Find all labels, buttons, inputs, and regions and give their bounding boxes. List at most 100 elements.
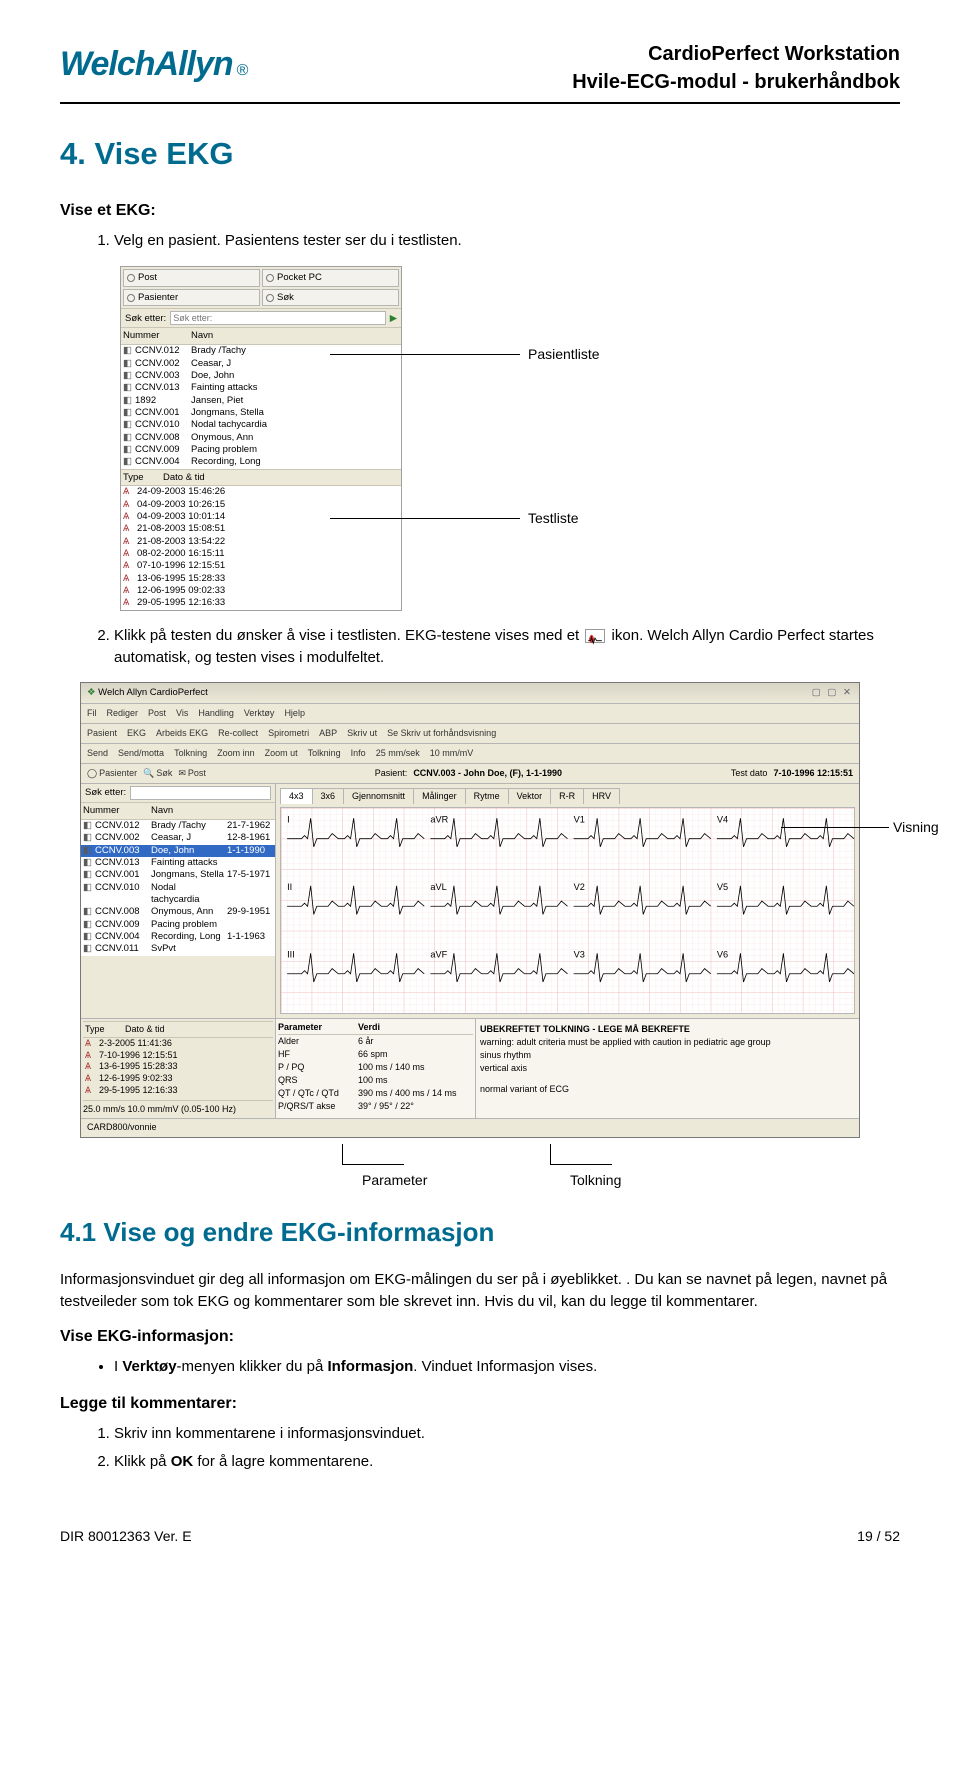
test-row[interactable]: Ѧ29-05-1995 12:16:33 [121,597,401,609]
toolbar-button[interactable]: Zoom ut [265,747,298,760]
sidebar-patient-list[interactable]: ◧CCNV.012Brady /Tachy21-7-1962◧CCNV.002C… [81,820,275,956]
lead-tab[interactable]: 4x3 [280,788,313,804]
sidebar-patient-row[interactable]: ◧CCNV.001Jongmans, Stella17-5-1971 [81,869,275,881]
test-row[interactable]: Ѧ04-09-2003 10:26:15 [121,499,401,511]
sidebar-patient-row[interactable]: ◧CCNV.011SvPvt [81,943,275,955]
menu-item[interactable]: Hjelp [284,707,305,720]
lead-tabs[interactable]: 4x33x6GjennomsnittMålingerRytmeVektorR-R… [280,788,855,804]
patient-row[interactable]: ◧1892Jansen, Piet [121,395,401,407]
toolbar-button[interactable]: 10 mm/mV [430,747,474,760]
toolbar-button[interactable]: Info [351,747,366,760]
post-btn[interactable]: ✉ Post [178,767,206,780]
toolbar-button[interactable]: Tolkning [174,747,207,760]
sec41-bullet-list: I Verktøy-menyen klikker du på Informasj… [114,1356,900,1378]
doc-title-line-2: Hvile-ECG-modul - brukerhåndbok [572,68,900,96]
btm-test-row[interactable]: Ѧ12-6-1995 9:02:33 [83,1073,273,1085]
ecg-main: Søk etter: Nummer Navn ◧CCNV.012Brady /T… [81,784,859,1018]
sidebar-patient-row[interactable]: ◧CCNV.013Fainting attacks [81,857,275,869]
section-4-1-heading: 4.1 Vise og endre EKG-informasjon [60,1214,900,1252]
test-row[interactable]: Ѧ12-06-1995 09:02:33 [121,585,401,597]
btm-test-row[interactable]: Ѧ7-10-1996 12:15:51 [83,1050,273,1062]
svg-text:II: II [287,882,292,892]
lead-tab[interactable]: R-R [550,788,584,804]
toolbar-button[interactable]: Pasient [87,727,117,740]
test-row[interactable]: Ѧ24-09-2003 15:46:26 [121,486,401,498]
window-buttons[interactable]: ▢ ▢ ✕ [812,686,853,700]
comment-steps: Skriv inn kommentarene i informasjonsvin… [114,1423,900,1473]
toolbar-1[interactable]: Pasient EKG Arbeids EKG Re-collect Spirometr… [81,724,859,744]
menu-item[interactable]: Fil [87,707,97,720]
test-row[interactable]: Ѧ21-08-2003 13:54:22 [121,536,401,548]
patient-row[interactable]: ◧CCNV.010Nodal tachycardia [121,419,401,431]
test-list[interactable]: Ѧ24-09-2003 15:46:26Ѧ04-09-2003 10:26:15… [121,486,401,609]
tab-pocket-pc[interactable]: Pocket PC [262,269,399,287]
toolbar-button[interactable]: Tolkning [308,747,341,760]
toolbar-button[interactable]: Send/motta [118,747,164,760]
tab-pasienter[interactable]: Pasienter [123,289,260,307]
patient-row[interactable]: ◧CCNV.008Onymous, Ann [121,432,401,444]
toolbar-button[interactable]: Spirometri [268,727,309,740]
menu-item[interactable]: Verktøy [244,707,275,720]
menu-bar[interactable]: Fil Rediger Post Vis Handling Verktøy Hjelp [81,704,859,724]
toolbar-button[interactable]: ABP [319,727,337,740]
person-icon: ◧ [83,832,95,844]
sidebar-patient-row[interactable]: ◧CCNV.010Nodal tachycardia [81,882,275,907]
menu-item[interactable]: Vis [176,707,188,720]
sidebar-search-input[interactable] [130,786,271,800]
patient-list[interactable]: ◧CCNV.012Brady /Tachy◧CCNV.002Ceasar, J◧… [121,345,401,468]
patient-row[interactable]: ◧CCNV.003Doe, John [121,370,401,382]
test-date-label: Test dato [731,767,768,780]
patient-row[interactable]: ◧CCNV.001Jongmans, Stella [121,407,401,419]
sidebar-patient-row[interactable]: ◧CCNV.003Doe, John1-1-1990 [81,845,275,857]
sidebar-patient-row[interactable]: ◧CCNV.009Pacing problem [81,919,275,931]
btm-test-row[interactable]: Ѧ29-5-1995 12:16:33 [83,1085,273,1097]
toolbar-button[interactable]: Zoom inn [217,747,255,760]
patient-row[interactable]: ◧CCNV.009Pacing problem [121,444,401,456]
lead-tab[interactable]: Målinger [413,788,466,804]
patient-row[interactable]: ◧CCNV.012Brady /Tachy [121,345,401,357]
toolbar-button[interactable]: Skriv ut [347,727,377,740]
section-4-heading: 4. Vise EKG [60,132,900,177]
sidebar-patient-row[interactable]: ◧CCNV.002Ceasar, J12-8-1961 [81,832,275,844]
param-row: QRS100 ms [278,1074,473,1087]
toolbar-button[interactable]: Send [87,747,108,760]
lead-tab[interactable]: Gjennomsnitt [343,788,414,804]
toolbar-button[interactable]: 25 mm/sek [376,747,420,760]
toolbar-button[interactable]: EKG [127,727,146,740]
patient-row[interactable]: ◧CCNV.013Fainting attacks [121,382,401,394]
toolbar-button[interactable]: Arbeids EKG [156,727,208,740]
toolbar-button[interactable]: Re-collect [218,727,258,740]
toolbar-button[interactable]: Se Skriv ut forhåndsvisning [387,727,496,740]
patient-row[interactable]: ◧CCNV.002Ceasar, J [121,358,401,370]
lead-tab[interactable]: Vektor [508,788,552,804]
ecg-test-icon: Ѧ [85,1085,99,1097]
sidebar-patient-row[interactable]: ◧CCNV.004Recording, Long1-1-1963 [81,931,275,943]
lead-tab[interactable]: Rytme [465,788,509,804]
toolbar-2[interactable]: Send Send/motta Tolkning Zoom inn Zoom ut Tol… [81,744,859,764]
sok-btn[interactable]: 🔍 Søk [143,767,172,780]
btm-test-row[interactable]: Ѧ13-6-1995 15:28:33 [83,1061,273,1073]
sidebar-patient-row[interactable]: ◧CCNV.008Onymous, Ann29-9-1951 [81,906,275,918]
person-icon: ◧ [123,345,135,357]
tab-sok[interactable]: Søk [262,289,399,307]
pane-tabs: Post Pocket PC Pasienter Søk [121,267,401,309]
search-go-icon[interactable]: ▶ [390,312,397,326]
ecg-test-icon: Ѧ [85,1038,99,1050]
menu-item[interactable]: Post [148,707,166,720]
tab-post[interactable]: Post [123,269,260,287]
patient-row[interactable]: ◧CCNV.004Recording, Long [121,456,401,468]
test-row[interactable]: Ѧ07-10-1996 12:15:51 [121,560,401,572]
pasienter-btn[interactable]: ◯ Pasienter [87,767,137,780]
search-input[interactable] [170,311,386,325]
test-row[interactable]: Ѧ21-08-2003 15:08:51 [121,523,401,535]
svg-text:V3: V3 [574,950,585,960]
lead-tab[interactable]: 3x6 [312,788,345,804]
test-row[interactable]: Ѧ13-06-1995 15:28:33 [121,573,401,585]
sidebar-patient-row[interactable]: ◧CCNV.012Brady /Tachy21-7-1962 [81,820,275,832]
person-icon: ◧ [123,382,135,394]
test-row[interactable]: Ѧ08-02-2000 16:15:11 [121,548,401,560]
menu-item[interactable]: Handling [198,707,234,720]
lead-tab[interactable]: HRV [583,788,620,804]
btm-test-row[interactable]: Ѧ2-3-2005 11:41:36 [83,1038,273,1050]
menu-item[interactable]: Rediger [107,707,139,720]
